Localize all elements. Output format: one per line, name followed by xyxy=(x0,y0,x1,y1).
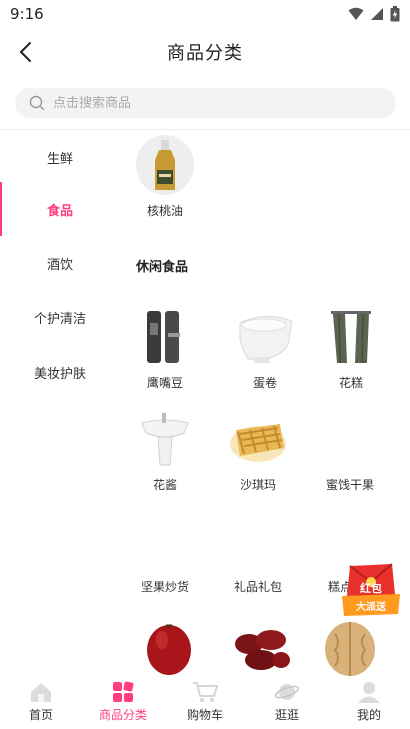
product-image-placeholder xyxy=(134,510,196,572)
sidebar-item-beauty[interactable]: 美妆护肤 xyxy=(0,345,120,399)
product-image-row-item[interactable] xyxy=(305,618,395,680)
sidebar-item-label: 美妆护肤 xyxy=(33,366,86,382)
product-item[interactable]: 鹰嘴豆 xyxy=(120,306,210,391)
curtain-image xyxy=(320,306,382,368)
product-label: 蛋卷 xyxy=(252,376,277,390)
tab-label: 我的 xyxy=(356,708,381,722)
toilet-image xyxy=(234,306,296,368)
sidebar-item-label: 个护清洁 xyxy=(33,311,86,327)
product-image-row-item[interactable] xyxy=(217,618,307,680)
bottom-tabbar: 首页 商品分类 购物车 逛逛 我的 xyxy=(0,680,410,729)
back-button[interactable] xyxy=(10,36,40,68)
home-icon xyxy=(28,680,54,704)
cart-icon xyxy=(192,680,218,704)
sidebar-item-fresh[interactable]: 生鲜 xyxy=(0,130,120,184)
sidebar-item-label: 生鲜 xyxy=(46,151,73,167)
basin-image xyxy=(134,408,196,470)
red-envelope-badge[interactable]: 红包 大派送 xyxy=(340,560,402,618)
badge-line2: 大派送 xyxy=(356,600,387,613)
category-icon xyxy=(110,680,136,704)
status-bar: 9:16 xyxy=(0,0,410,28)
sidebar-item-label: 酒饮 xyxy=(46,257,73,273)
wifi-icon xyxy=(348,7,364,20)
product-image-placeholder xyxy=(319,408,381,470)
tab-label: 逛逛 xyxy=(274,708,299,722)
product-label: 核桃油 xyxy=(146,204,183,218)
product-image-row-item[interactable] xyxy=(124,618,214,680)
section-title: 休闲食品 xyxy=(136,260,189,275)
nav-header: 商品分类 xyxy=(0,28,410,76)
walnut-image xyxy=(319,618,381,680)
search-input[interactable] xyxy=(53,95,353,111)
search-icon xyxy=(29,95,45,111)
tab-label: 首页 xyxy=(28,708,53,722)
tab-home[interactable]: 首页 xyxy=(0,680,82,729)
door-lock-image xyxy=(134,306,196,368)
product-label: 蜜饯干果 xyxy=(325,478,374,492)
tab-category[interactable]: 商品分类 xyxy=(82,680,164,729)
product-label: 鹰嘴豆 xyxy=(146,376,183,390)
product-image-placeholder xyxy=(227,510,289,572)
page-title: 商品分类 xyxy=(167,43,243,64)
user-icon xyxy=(356,680,382,704)
product-walnut-oil[interactable]: 核桃油 xyxy=(120,134,210,219)
product-label: 花酱 xyxy=(152,478,177,492)
product-item[interactable]: 坚果炒货 xyxy=(120,510,210,595)
tab-label: 商品分类 xyxy=(98,708,147,722)
signal-icon xyxy=(371,8,383,20)
product-label: 坚果炒货 xyxy=(140,580,189,594)
sidebar-item-label: 食品 xyxy=(46,203,73,219)
dates-image xyxy=(231,618,293,680)
product-item[interactable]: 花糕 xyxy=(306,306,396,391)
product-label: 礼品礼包 xyxy=(233,580,282,594)
sidebar-item-food[interactable]: 食品 xyxy=(0,182,120,236)
tab-mine[interactable]: 我的 xyxy=(328,680,410,729)
sidebar-item-personal-care[interactable]: 个护清洁 xyxy=(0,290,120,344)
category-sidebar: 生鲜 食品 酒饮 个护清洁 美妆护肤 xyxy=(0,130,120,680)
product-label: 花糕 xyxy=(338,376,363,390)
badge-line1: 红包 xyxy=(360,581,382,595)
product-item[interactable]: 花酱 xyxy=(120,408,210,493)
pastry-image xyxy=(227,408,289,470)
product-item[interactable]: 礼品礼包 xyxy=(213,510,303,595)
product-label: 沙琪玛 xyxy=(239,478,276,492)
chevron-left-icon xyxy=(20,42,31,62)
sidebar-item-drinks[interactable]: 酒饮 xyxy=(0,236,120,290)
tab-cart[interactable]: 购物车 xyxy=(164,680,246,729)
product-item[interactable]: 蜜饯干果 xyxy=(305,408,395,493)
battery-icon xyxy=(390,6,400,22)
product-item[interactable]: 沙琪玛 xyxy=(213,408,303,493)
tab-explore[interactable]: 逛逛 xyxy=(246,680,328,729)
planet-icon xyxy=(274,680,300,704)
product-item[interactable]: 蛋卷 xyxy=(220,306,310,391)
red-date-image xyxy=(138,618,200,680)
tab-label: 购物车 xyxy=(186,708,223,722)
status-icons xyxy=(348,6,400,22)
status-time: 9:16 xyxy=(10,5,44,23)
search-bar[interactable] xyxy=(15,88,396,118)
walnut-oil-image xyxy=(134,134,196,196)
